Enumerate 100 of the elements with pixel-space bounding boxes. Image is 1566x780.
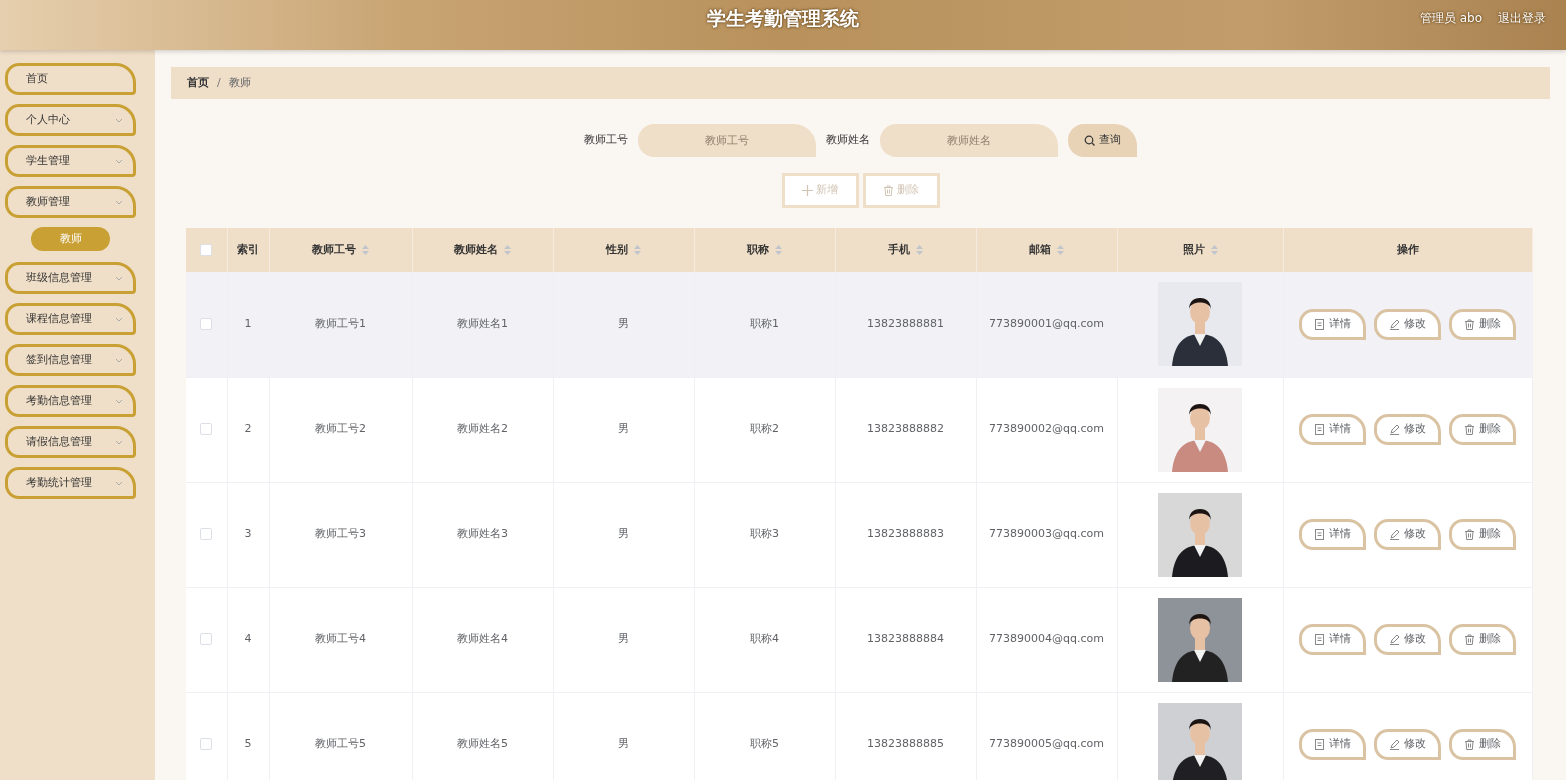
row-checkbox[interactable] [200,528,213,541]
document-icon [1314,529,1325,540]
field-label: 教师姓名 [826,132,871,149]
table-cell: 773890004@qq.com [989,632,1104,646]
sidebar-item[interactable]: 课程信息管理 [5,303,136,335]
pencil-icon [1389,634,1400,645]
table-cell: 773890003@qq.com [989,527,1104,541]
table-cell: 男 [618,422,629,436]
edit-button[interactable]: 修改 [1374,624,1441,655]
table-cell: 教师工号4 [315,632,366,646]
sidebar-item[interactable]: 教师管理 [5,186,136,218]
plus-icon [801,184,813,196]
table-cell: 教师姓名2 [457,422,508,436]
breadcrumb-link[interactable]: 首页 [187,74,209,92]
sort-icon [775,244,782,255]
sidebar-item[interactable]: 考勤信息管理 [5,385,136,417]
document-icon [1314,424,1325,435]
row-checkbox[interactable] [200,633,213,646]
table-cell: 2 [244,422,252,436]
table-cell: 男 [618,632,629,646]
column-header[interactable]: 照片 [1182,242,1205,256]
detail-button[interactable]: 详情 [1299,519,1366,550]
chevron-down-icon [115,117,123,123]
chevron-down-icon [115,439,123,445]
table-cell: 1 [244,317,252,330]
chevron-down-icon [115,357,123,363]
search-icon [1084,134,1096,146]
table-cell: 教师工号2 [315,422,366,436]
table-cell: 教师姓名5 [457,737,508,751]
column-header[interactable]: 职称 [747,242,769,256]
table-cell: 教师姓名4 [457,632,508,646]
edit-button[interactable]: 修改 [1374,729,1441,760]
trash-icon [1464,318,1475,330]
trash-icon [882,184,894,196]
document-icon [1314,634,1325,645]
sidebar-item[interactable]: 考勤统计管理 [5,467,136,499]
field-label: 教师工号 [584,132,629,149]
pencil-icon [1389,318,1400,330]
table-cell: 男 [618,737,629,751]
table-cell: 教师姓名1 [457,317,508,330]
table-cell: 职称1 [750,317,779,330]
trash-icon [1464,634,1475,645]
document-icon [1314,318,1325,330]
search-button[interactable]: 查询 [1068,124,1137,157]
delete-button[interactable]: 删除 [1449,624,1516,655]
delete-button[interactable]: 删除 [1449,414,1516,445]
table-cell: 职称2 [750,422,779,436]
select-all-checkbox[interactable] [200,243,213,256]
detail-button[interactable]: 详情 [1299,308,1366,340]
row-checkbox[interactable] [200,738,213,751]
chevron-down-icon [115,158,123,164]
column-header[interactable]: 教师工号 [312,242,356,256]
detail-button[interactable]: 详情 [1299,414,1366,445]
detail-button[interactable]: 详情 [1299,624,1366,655]
column-header[interactable]: 教师姓名 [454,242,498,256]
sidebar-item[interactable]: 签到信息管理 [5,344,136,376]
sidebar-item[interactable]: 班级信息管理 [5,262,136,294]
trash-icon [1464,529,1475,540]
chevron-down-icon [115,199,123,205]
row-checkbox[interactable] [200,423,213,436]
edit-button[interactable]: 修改 [1374,308,1441,340]
sort-icon [634,244,641,255]
search-field[interactable]: 教师姓名 [880,124,1059,157]
column-header[interactable]: 性别 [606,242,628,256]
table-cell: 773890002@qq.com [989,422,1104,436]
chevron-down-icon [115,398,123,404]
app-title: 学生考勤管理系统 [707,6,859,31]
table-cell: 职称5 [750,737,779,751]
sidebar-item[interactable]: 学生管理 [5,145,136,177]
table-cell: 4 [244,632,252,646]
table-cell: 男 [618,317,629,330]
breadcrumb-current: 教师 [228,74,251,91]
sidebar-item[interactable]: 首页 [5,63,136,95]
table-cell: 5 [244,737,252,751]
search-field[interactable]: 教师工号 [638,124,817,157]
delete-button[interactable]: 删除 [1449,308,1516,340]
sidebar-item[interactable]: 个人中心 [5,104,136,136]
column-header: 索引 [237,242,259,256]
row-checkbox[interactable] [200,318,213,330]
edit-button[interactable]: 修改 [1374,414,1441,445]
sidebar-item[interactable]: 请假信息管理 [5,426,136,458]
table-cell: 职称4 [750,632,779,646]
chevron-down-icon [115,316,123,322]
detail-button[interactable]: 详情 [1299,729,1366,760]
pencil-icon [1389,739,1400,750]
table-cell: 13823888883 [867,527,944,541]
chevron-down-icon [115,480,123,486]
trash-icon [1464,424,1475,435]
delete-button[interactable]: 删除 [1449,729,1516,760]
table-cell: 男 [618,527,629,541]
column-header[interactable]: 手机 [888,242,910,256]
table-cell: 教师姓名3 [457,527,508,541]
chevron-down-icon [115,275,123,281]
table-cell: 教师工号5 [315,737,366,751]
sort-icon [362,244,369,255]
column-header[interactable]: 邮箱 [1029,242,1051,256]
table-cell: 773890001@qq.com [989,317,1104,330]
table-cell: 教师工号3 [315,527,366,541]
edit-button[interactable]: 修改 [1374,519,1441,550]
delete-button[interactable]: 删除 [1449,519,1516,550]
